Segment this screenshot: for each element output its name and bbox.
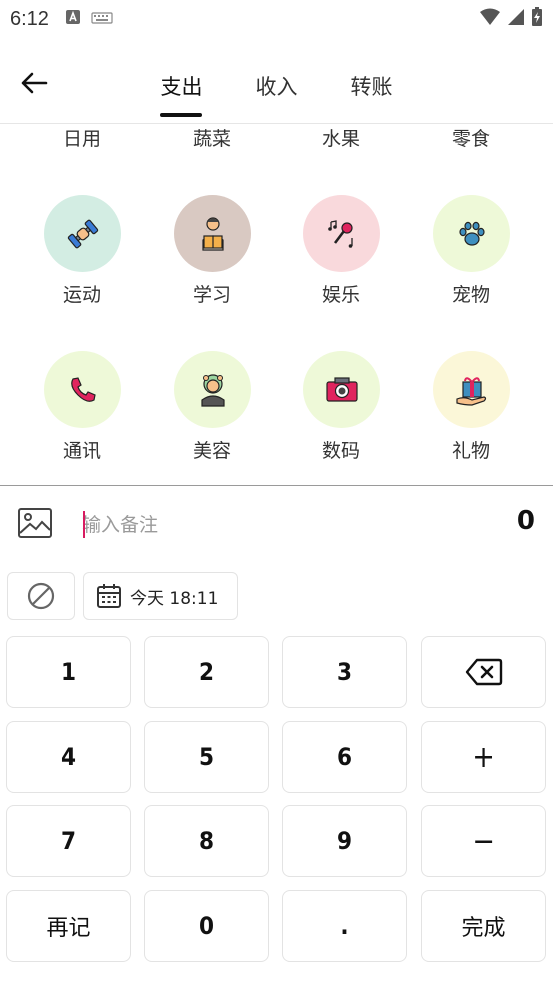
category-entertainment-circle: [303, 195, 380, 272]
key-7[interactable]: 7: [6, 805, 131, 877]
signal-icon: [507, 8, 525, 30]
reading-person-icon: [201, 216, 224, 251]
category-snacks-label[interactable]: 零食: [406, 124, 536, 151]
text-cursor: [83, 511, 85, 538]
category-beauty[interactable]: 美容: [147, 351, 277, 485]
tab-bar: 支出 收入 转账: [0, 38, 553, 124]
minus-button[interactable]: −: [421, 805, 546, 877]
category-sport[interactable]: 运动: [17, 195, 147, 335]
category-study-circle: [174, 195, 251, 272]
keyboard-a-icon: [65, 9, 81, 29]
category-digital[interactable]: 数码: [276, 351, 406, 485]
key-5[interactable]: 5: [144, 721, 269, 793]
tab-transfer[interactable]: 转账: [324, 38, 419, 124]
category-communication-label: 通讯: [62, 440, 101, 462]
image-icon: [18, 508, 52, 538]
microphone-music-icon: [327, 219, 353, 248]
key-9[interactable]: 9: [282, 805, 407, 877]
battery-icon: [531, 7, 543, 31]
header: 支出 收入 转账: [0, 38, 553, 124]
key-1[interactable]: 1: [6, 636, 131, 708]
keyboard-icon: [91, 10, 113, 29]
camera-icon: [325, 376, 358, 402]
category-pet[interactable]: 宠物: [406, 195, 536, 335]
no-tag-button[interactable]: [7, 572, 75, 620]
category-communication[interactable]: 通讯: [17, 351, 147, 485]
category-entertainment-label: 娱乐: [321, 284, 360, 306]
tab-expense[interactable]: 支出: [134, 38, 229, 124]
backspace-icon: [465, 658, 502, 686]
decimal-point-button[interactable]: .: [282, 890, 407, 962]
category-pet-circle: [433, 195, 510, 272]
category-beauty-circle: [174, 351, 251, 428]
category-pet-label: 宠物: [451, 284, 490, 306]
category-gift[interactable]: 礼物: [406, 351, 536, 485]
gift-icon: [455, 376, 486, 406]
backspace-button[interactable]: [421, 636, 546, 708]
key-6[interactable]: 6: [282, 721, 407, 793]
category-gift-label: 礼物: [451, 440, 490, 462]
category-sport-circle: [44, 195, 121, 272]
category-beauty-label: 美容: [192, 440, 231, 462]
category-entertainment[interactable]: 娱乐: [276, 195, 406, 335]
key-0[interactable]: 0: [144, 890, 269, 962]
category-digital-circle: [303, 351, 380, 428]
status-time: 6:12: [10, 7, 49, 30]
category-vegetables-label[interactable]: 蔬菜: [147, 124, 277, 151]
prohibited-icon: [27, 582, 55, 610]
dumbbell-icon: [67, 219, 98, 248]
category-fruit-label[interactable]: 水果: [276, 124, 406, 151]
tab-income[interactable]: 收入: [229, 38, 324, 124]
date-label: 今天 18:11: [130, 588, 219, 609]
plus-button[interactable]: +: [421, 721, 546, 793]
paw-icon: [458, 221, 485, 246]
done-button[interactable]: 完成: [421, 890, 546, 962]
category-sport-label: 运动: [62, 284, 101, 306]
amount-display: 0: [516, 506, 535, 536]
beauty-person-icon: [200, 373, 225, 407]
date-picker-button[interactable]: 今天 18:11: [83, 572, 238, 620]
add-image-button[interactable]: [17, 507, 53, 541]
category-gift-circle: [433, 351, 510, 428]
note-input[interactable]: [82, 510, 442, 540]
category-grid: 日用 蔬菜 水果 零食 运动 学习 娱乐 宠物 通讯 美容 数码 礼物: [0, 124, 553, 485]
wifi-icon: [479, 8, 501, 30]
phone-icon: [70, 376, 96, 402]
category-communication-circle: [44, 351, 121, 428]
calendar-icon: [97, 584, 121, 608]
note-row: 0: [0, 486, 553, 566]
category-study[interactable]: 学习: [147, 195, 277, 335]
key-2[interactable]: 2: [144, 636, 269, 708]
tab-income-label: 收入: [255, 75, 298, 99]
record-again-button[interactable]: 再记: [6, 890, 131, 962]
key-3[interactable]: 3: [282, 636, 407, 708]
category-study-label: 学习: [192, 284, 231, 306]
key-4[interactable]: 4: [6, 721, 131, 793]
category-daily-label[interactable]: 日用: [17, 124, 147, 151]
active-tab-indicator: [160, 113, 202, 117]
category-digital-label: 数码: [321, 440, 360, 462]
tab-transfer-label: 转账: [350, 75, 393, 99]
key-8[interactable]: 8: [144, 805, 269, 877]
status-bar: 6:12: [0, 0, 553, 38]
